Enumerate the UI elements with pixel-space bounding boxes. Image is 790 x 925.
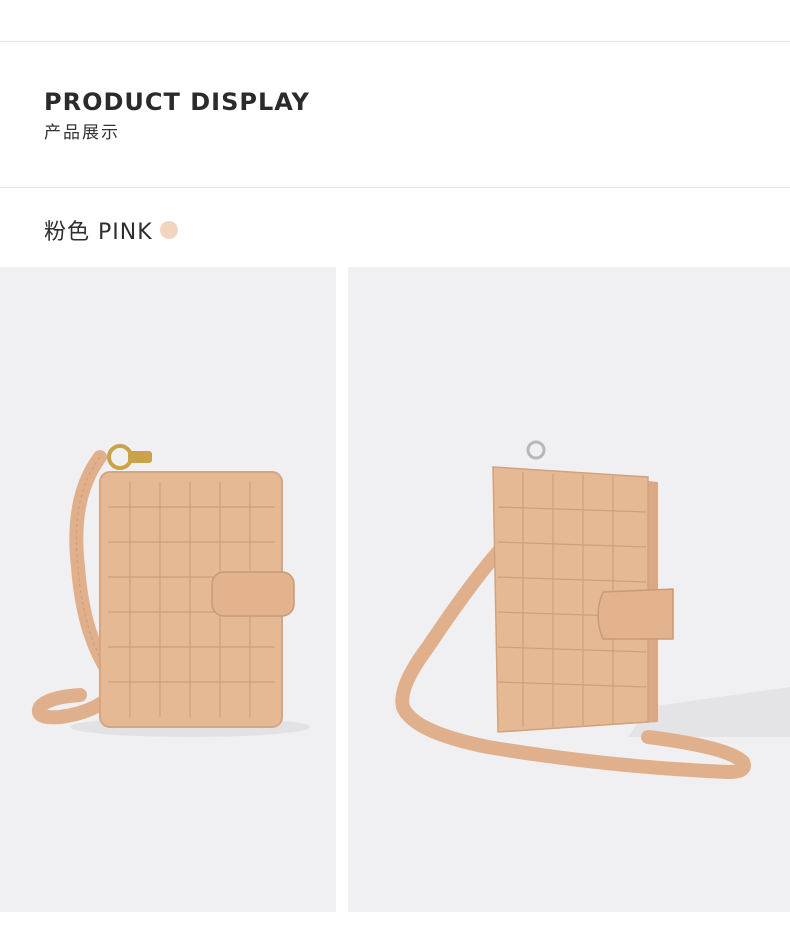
middle-divider — [0, 187, 790, 188]
color-option-label: 粉色 PINK — [44, 220, 153, 245]
wallet-front-photo — [0, 267, 336, 912]
section-title: PRODUCT DISPLAY — [44, 88, 310, 116]
color-swatch[interactable] — [160, 221, 178, 239]
wallet-angled-photo — [348, 267, 790, 912]
section-subtitle: 产品展示 — [44, 123, 120, 143]
top-divider — [0, 41, 790, 42]
product-image-angled — [348, 267, 790, 912]
product-image-front — [0, 267, 336, 912]
